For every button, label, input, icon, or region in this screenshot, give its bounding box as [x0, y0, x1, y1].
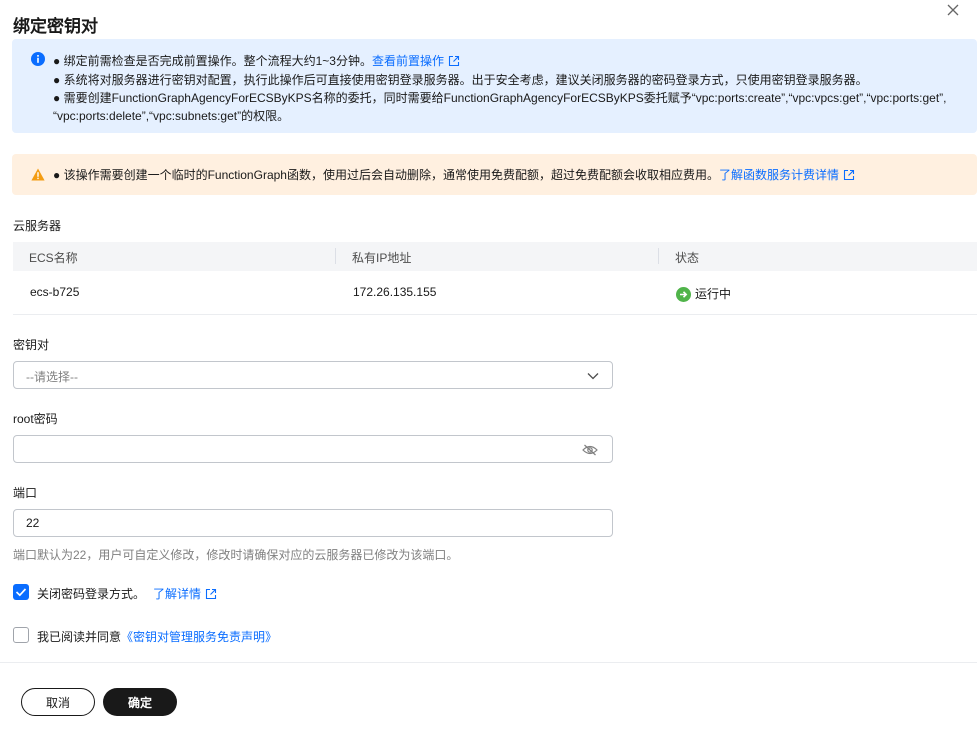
disable-password-checkbox[interactable] [13, 584, 29, 600]
running-status-icon [676, 287, 691, 302]
keypair-label: 密钥对 [13, 338, 50, 352]
learn-more-link[interactable]: 了解详情 [153, 587, 201, 601]
port-label: 端口 [13, 486, 38, 500]
info-line-1: ● 绑定前需检查是否完成前置操作。整个流程大约1~3分钟。查看前置操作 [53, 52, 947, 71]
chevron-down-icon [587, 373, 599, 380]
column-header-name: ECS名称 [29, 251, 78, 265]
info-line-1-text: ● 绑定前需检查是否完成前置操作。整个流程大约1~3分钟。 [53, 54, 372, 68]
external-link-icon[interactable] [448, 55, 460, 67]
keypair-placeholder: --请选择-- [26, 370, 78, 384]
agreement-checkbox[interactable] [13, 627, 29, 643]
column-divider [335, 248, 336, 264]
warning-icon [31, 168, 45, 181]
info-line-3: ● 需要创建FunctionGraphAgencyForECSByKPS名称的委… [53, 91, 947, 105]
private-ip: 172.26.135.155 [353, 285, 437, 299]
footer-divider [0, 662, 977, 663]
external-link-icon[interactable] [205, 588, 217, 600]
info-icon [31, 52, 45, 66]
billing-details-link[interactable]: 了解函数服务计费详情 [719, 168, 839, 182]
servers-table: ECS名称 私有IP地址 状态 ecs-b725 172.26.135.155 … [13, 242, 977, 315]
root-password-label: root密码 [13, 412, 58, 426]
disable-password-label: 关闭密码登录方式。 [37, 587, 146, 601]
prerequisite-link[interactable]: 查看前置操作 [372, 54, 444, 68]
status-cell: 运行中 [676, 285, 731, 302]
agreement-label: 我已阅读并同意 [37, 630, 122, 644]
port-input[interactable]: 22 [13, 509, 613, 537]
disclaimer-link[interactable]: 《密钥对管理服务免责声明》 [121, 630, 277, 644]
info-line-4: “vpc:ports:delete”,“vpc:subnets:get”的权限。 [53, 109, 290, 123]
info-banner: ● 绑定前需检查是否完成前置操作。整个流程大约1~3分钟。查看前置操作 ● 系统… [12, 39, 977, 133]
warning-text: ● 该操作需要创建一个临时的FunctionGraph函数，使用过后会自动删除，… [53, 168, 719, 182]
confirm-button[interactable]: 确定 [103, 688, 177, 716]
port-hint: 端口默认为22，用户可自定义修改，修改时请确保对应的云服务器已修改为该端口。 [13, 548, 459, 562]
root-password-input[interactable] [13, 435, 613, 463]
info-line-2: ● 系统将对服务器进行密钥对配置，执行此操作后可直接使用密钥登录服务器。出于安全… [53, 72, 868, 87]
column-header-status: 状态 [675, 251, 700, 265]
eye-off-icon[interactable] [582, 443, 598, 457]
check-icon [15, 588, 27, 597]
status-text: 运行中 [695, 287, 732, 301]
port-value: 22 [26, 516, 40, 530]
servers-label: 云服务器 [13, 219, 62, 233]
dialog-title: 绑定密钥对 [13, 17, 98, 36]
close-icon[interactable] [944, 1, 962, 19]
keypair-select[interactable]: --请选择-- [13, 361, 613, 389]
column-header-ip: 私有IP地址 [352, 251, 412, 265]
warning-banner: ● 该操作需要创建一个临时的FunctionGraph函数，使用过后会自动删除，… [12, 154, 977, 195]
column-divider [658, 248, 659, 264]
cancel-button[interactable]: 取消 [21, 688, 95, 716]
table-header: ECS名称 私有IP地址 状态 [13, 242, 977, 271]
external-link-icon[interactable] [843, 169, 855, 181]
table-row: ecs-b725 172.26.135.155 运行中 [13, 271, 977, 315]
ecs-name: ecs-b725 [30, 285, 80, 299]
